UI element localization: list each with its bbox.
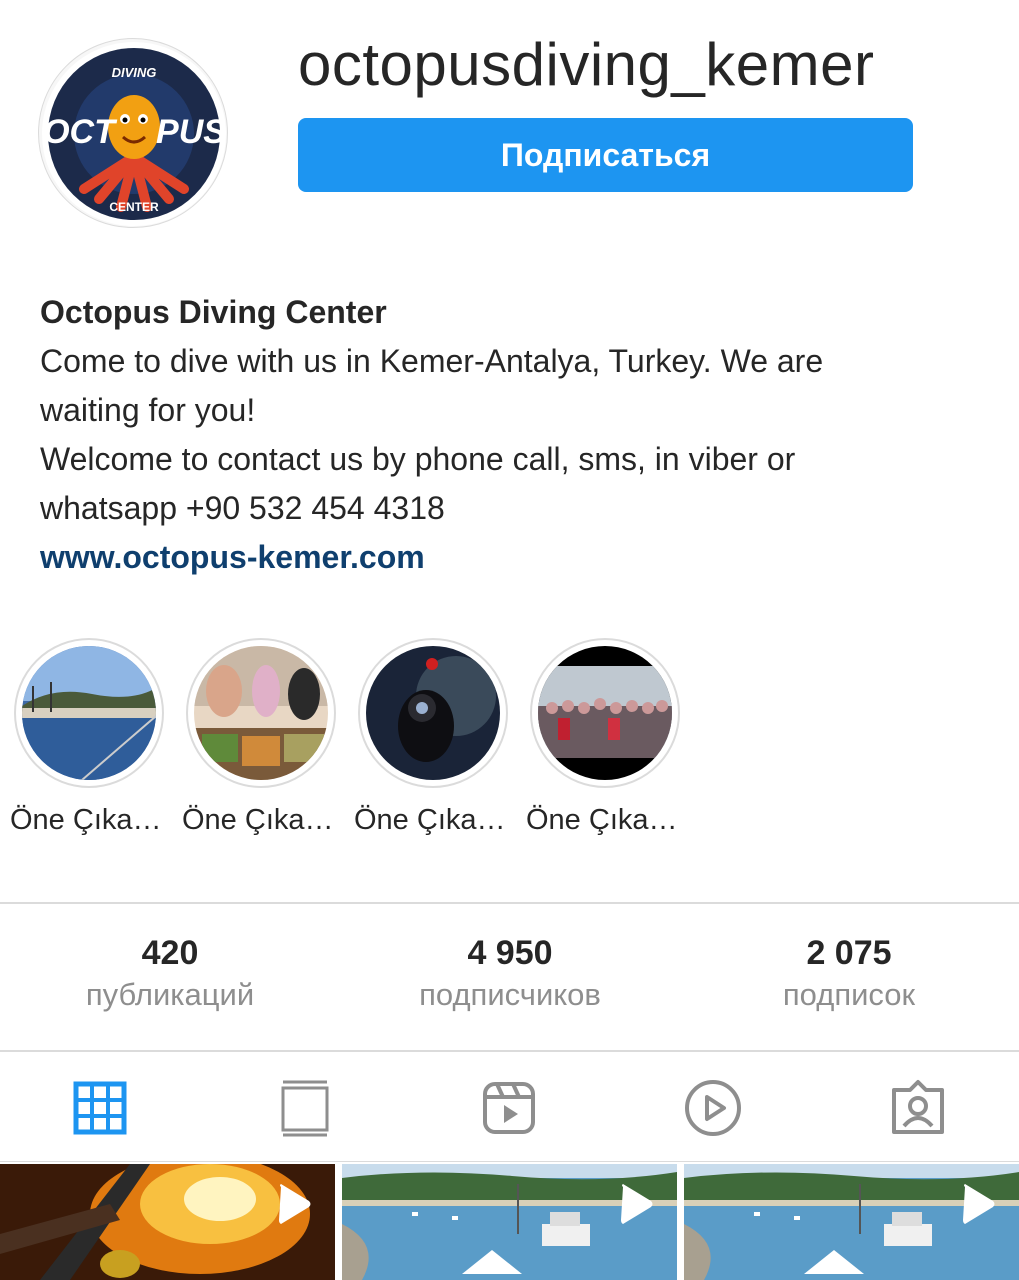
profile-username: octopusdiving_kemer (298, 31, 875, 98)
feed-icon (281, 1080, 329, 1137)
tab-tagged[interactable] (888, 1078, 948, 1138)
highlight-label: Öne Çıkanlar (182, 804, 342, 836)
stat-posts[interactable]: 420 публикаций (0, 934, 340, 1013)
highlight-item[interactable]: Öne Çıkanlar (182, 638, 342, 837)
post-thumbnail[interactable] (684, 1164, 1019, 1280)
website-link[interactable]: www.octopus-kemer.com (40, 533, 990, 582)
stat-posts-value: 420 (141, 934, 199, 972)
subscribe-button[interactable]: Подписаться (298, 118, 913, 192)
display-name: Octopus Diving Center (40, 294, 387, 330)
stat-following-label: подписок (782, 977, 916, 1012)
stat-followers[interactable]: 4 950 подписчиков (340, 934, 680, 1013)
tab-feed[interactable] (275, 1078, 335, 1138)
highlight-harbor-image (22, 646, 156, 780)
tab-grid[interactable] (70, 1078, 130, 1138)
highlight-cover[interactable] (530, 638, 680, 788)
stat-posts-label: публикаций (85, 977, 255, 1012)
highlight-item[interactable]: Öne Çıkanlar (354, 638, 514, 837)
logo-left-text: OCT (43, 113, 118, 151)
highlight-cover[interactable] (14, 638, 164, 788)
logo-right-text: PUS (156, 113, 226, 151)
highlight-cover[interactable] (358, 638, 508, 788)
stat-followers-value: 4 950 (467, 934, 553, 972)
stat-followers-label: подписчиков (419, 977, 601, 1012)
highlight-label: Öne Çıkanlar (526, 804, 686, 836)
logo-bottom-text: CENTER (109, 200, 159, 214)
highlight-item[interactable]: Öne Çıkanlar (10, 638, 170, 837)
video-indicator-icon (621, 1184, 653, 1224)
octopus-logo: DIVING OCT PUS CENTER (42, 42, 226, 226)
video-play-icon (685, 1080, 741, 1136)
highlight-group-photo-image (538, 646, 672, 780)
profile-stats: 420 публикаций 4 950 подписчиков 2 075 п… (0, 902, 1019, 1052)
tab-videos[interactable] (683, 1078, 743, 1138)
video-indicator-icon (279, 1184, 311, 1224)
post-thumbnail[interactable] (0, 1164, 335, 1280)
stat-following-value: 2 075 (806, 934, 892, 972)
highlight-item[interactable]: Öne Çıkanlar (526, 638, 686, 837)
video-indicator-icon (963, 1184, 995, 1224)
tagged-icon (892, 1080, 944, 1134)
highlight-food-image (194, 646, 328, 780)
post-thumbnail[interactable] (342, 1164, 677, 1280)
content-tabs (0, 1052, 1019, 1162)
tab-reels[interactable] (479, 1078, 539, 1138)
highlight-cover[interactable] (186, 638, 336, 788)
profile-bio: Octopus Diving Center Come to dive with … (40, 288, 990, 582)
grid-icon (73, 1081, 127, 1135)
bio-text-line2: Welcome to contact us by phone call, sms… (40, 441, 796, 526)
bio-text-line1: Come to dive with us in Kemer-Antalya, T… (40, 343, 824, 428)
stat-following[interactable]: 2 075 подписок (679, 934, 1019, 1013)
logo-top-text: DIVING (112, 65, 157, 80)
highlight-diver-image (366, 646, 500, 780)
profile-avatar[interactable]: DIVING OCT PUS CENTER (38, 38, 228, 228)
highlight-label: Öne Çıkanlar (354, 804, 514, 836)
highlight-label: Öne Çıkanlar (10, 804, 170, 836)
reels-icon (483, 1082, 535, 1134)
